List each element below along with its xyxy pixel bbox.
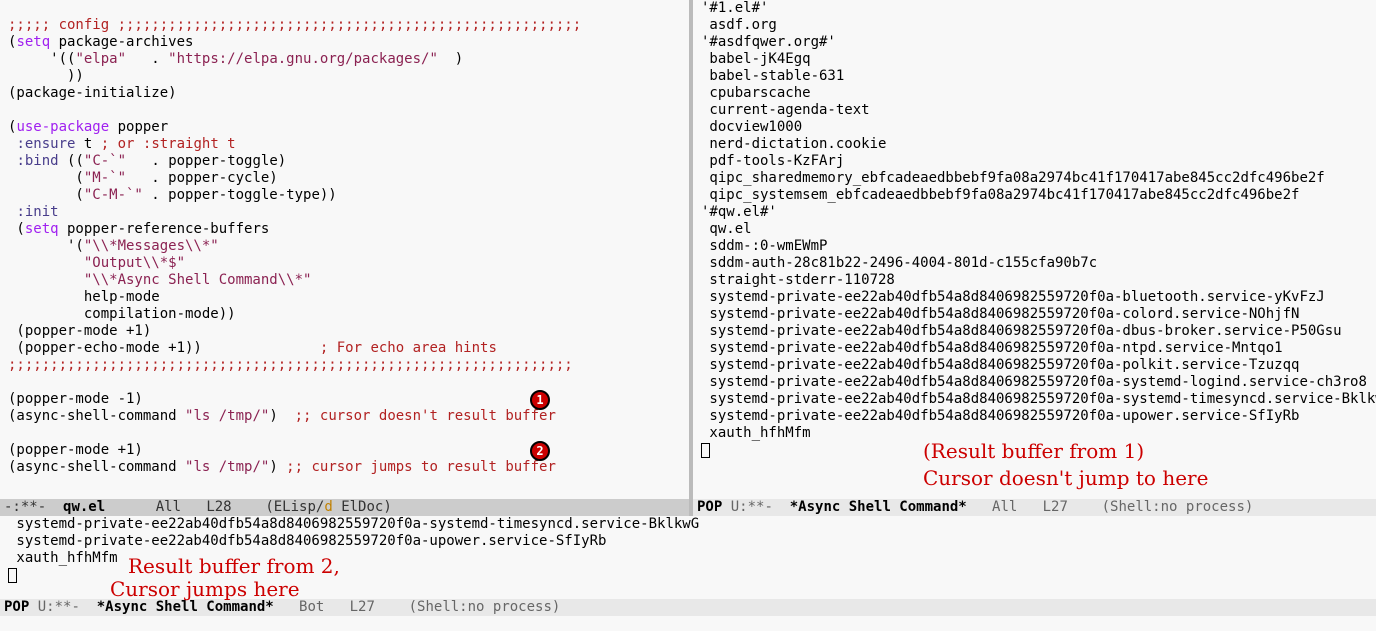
bottom-modeline[interactable]: POP U:**- *Async Shell Command* Bot L27 … xyxy=(0,599,1376,616)
comment: ; or :straight t xyxy=(101,136,236,152)
string: "M-`" xyxy=(84,170,126,186)
code-line: ;;;;; config ;;;;;;;;;;;;;;;;;;;;;;;;;;;… xyxy=(8,17,581,33)
code-text: popper xyxy=(109,119,168,135)
code-text: . popper-toggle-type)) xyxy=(143,187,337,203)
right-modeline[interactable]: POP U:**- *Async Shell Command* All L27 … xyxy=(693,499,1376,516)
code-text xyxy=(8,255,84,271)
code-text: compilation-mode)) xyxy=(8,306,236,322)
modeline-mode: d xyxy=(324,499,332,515)
cursor xyxy=(8,568,17,583)
string: "\\*Messages\\*" xyxy=(84,238,219,254)
string: "https://elpa.gnu.org/packages/" xyxy=(168,51,438,67)
bottom-output-pane[interactable]: systemd-private-ee22ab40dfb54a8d84069825… xyxy=(0,516,1376,616)
right-output-area[interactable]: '#1.el#' asdf.org '#asdfqwer.org#' babel… xyxy=(693,0,1376,499)
annotation-badge-2: 2 xyxy=(530,441,550,461)
right-output-pane[interactable]: '#1.el#' asdf.org '#asdfqwer.org#' babel… xyxy=(693,0,1376,516)
keyword: :ensure xyxy=(16,136,75,152)
code-text: t xyxy=(75,136,100,152)
string: "C-`" xyxy=(84,153,126,169)
comment: ;;;;;;;;;;;;;;;;;;;;;;;;;;;;;;;;;;;;;;;;… xyxy=(8,357,573,373)
modeline-prefix: U:**- xyxy=(722,499,789,515)
string: "\\*Async Shell Command\\*" xyxy=(84,272,312,288)
code-text: (popper-mode -1) xyxy=(8,391,143,407)
cursor xyxy=(701,443,710,458)
annotation-cursor-1: Cursor doesn't jump to here xyxy=(923,470,1208,487)
code-text: (popper-echo-mode +1)) xyxy=(8,340,320,356)
code-text: ( xyxy=(8,187,84,203)
code-text: help-mode xyxy=(8,289,160,305)
keyword: :bind xyxy=(16,153,58,169)
keyword: setq xyxy=(16,34,50,50)
code-text: '(( xyxy=(8,51,75,67)
annotation-cursor-2: Cursor jumps here xyxy=(110,581,300,598)
code-text: (async-shell-command xyxy=(8,459,185,475)
left-code-area[interactable]: ;;;;; config ;;;;;;;;;;;;;;;;;;;;;;;;;;;… xyxy=(0,0,689,499)
code-text: (async-shell-command xyxy=(8,408,185,424)
keyword: use-package xyxy=(16,119,109,135)
code-text: . xyxy=(126,51,168,67)
string: "ls /tmp/" xyxy=(185,459,269,475)
modeline-pop-indicator: POP xyxy=(4,599,29,615)
annotation-result-2: Result buffer from 2, xyxy=(128,558,340,575)
left-modeline[interactable]: -:**- qw.el All L28 (ELisp/d ElDoc) xyxy=(0,499,689,516)
code-text: ) xyxy=(269,408,294,424)
modeline-buffer-name: *Async Shell Command* xyxy=(97,599,274,615)
modeline-text: Bot L27 (Shell:no process) xyxy=(274,599,561,615)
code-text: ( xyxy=(8,221,25,237)
annotation-result-1: (Result buffer from 1) xyxy=(923,443,1144,460)
modeline-prefix: U:**- xyxy=(29,599,96,615)
code-text: . popper-toggle) xyxy=(126,153,286,169)
modeline-pop-indicator: POP xyxy=(697,499,722,515)
modeline-text: All L27 (Shell:no process) xyxy=(967,499,1254,515)
code-text: ) xyxy=(269,459,286,475)
annotation-badge-1: 1 xyxy=(530,390,550,410)
string: "ls /tmp/" xyxy=(185,408,269,424)
code-text: . popper-cycle) xyxy=(126,170,278,186)
code-text: (package-initialize) xyxy=(8,85,177,101)
string: "C-M-`" xyxy=(84,187,143,203)
string: "Output\\*$" xyxy=(84,255,185,271)
code-text: (( xyxy=(59,153,84,169)
code-text: ) xyxy=(438,51,463,67)
modeline-buffer-name: qw.el xyxy=(63,499,105,515)
modeline-prefix: -:**- xyxy=(4,499,63,515)
code-text: package-archives xyxy=(50,34,193,50)
code-text: '( xyxy=(8,238,84,254)
keyword: :init xyxy=(16,204,58,220)
code-text: ( xyxy=(8,170,84,186)
string: "elpa" xyxy=(75,51,126,67)
modeline-position: All L28 (ELisp xyxy=(105,499,316,515)
minibuffer[interactable] xyxy=(0,616,1376,631)
keyword: setq xyxy=(25,221,59,237)
comment: ;; cursor doesn't result buffer xyxy=(295,408,556,424)
modeline-buffer-name: *Async Shell Command* xyxy=(790,499,967,515)
comment: ;; cursor jumps to result buffer xyxy=(286,459,556,475)
comment: ; For echo area hints xyxy=(320,340,497,356)
code-text: (popper-mode +1) xyxy=(8,442,143,458)
code-text: )) xyxy=(8,68,84,84)
code-text: popper-reference-buffers xyxy=(59,221,270,237)
code-text xyxy=(8,272,84,288)
modeline-text: ElDoc) xyxy=(333,499,392,515)
left-editor-pane[interactable]: ;;;;; config ;;;;;;;;;;;;;;;;;;;;;;;;;;;… xyxy=(0,0,689,516)
code-text: (popper-mode +1) xyxy=(8,323,151,339)
